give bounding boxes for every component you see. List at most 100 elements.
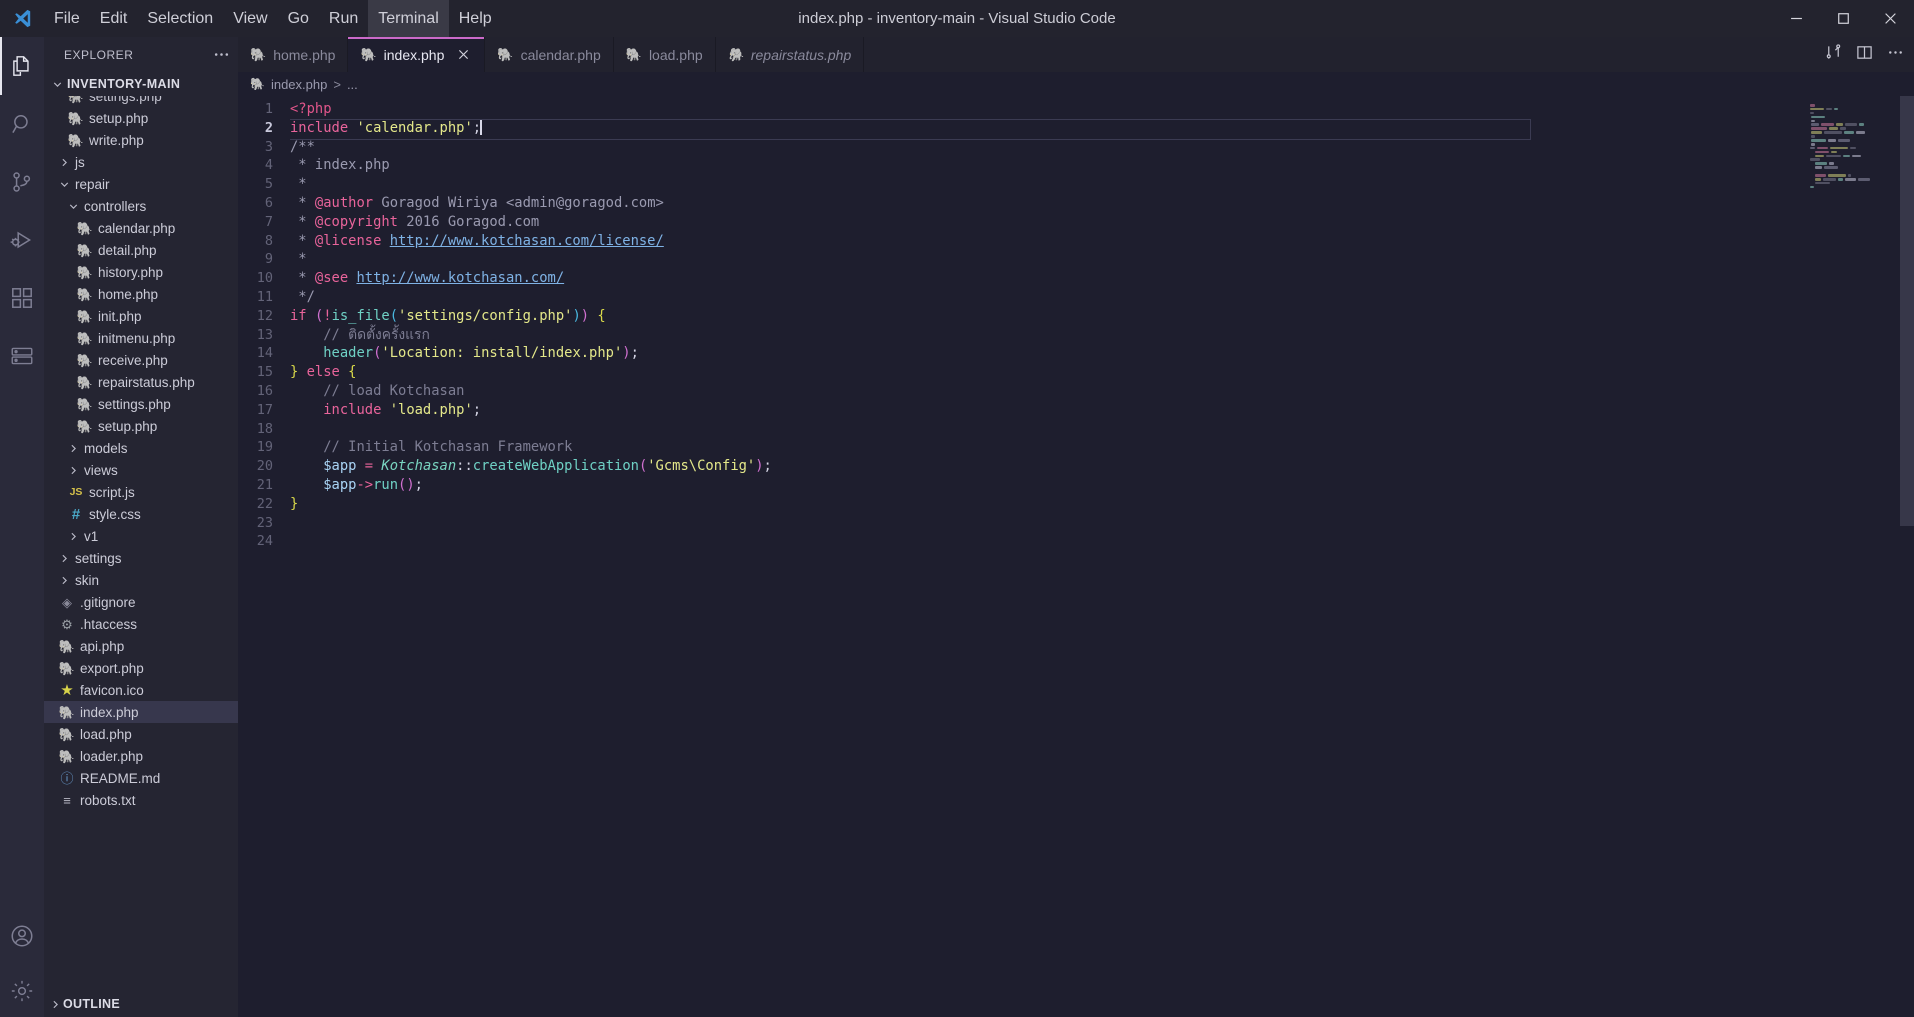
minimap[interactable] — [1802, 96, 1914, 1017]
menu-selection[interactable]: Selection — [137, 0, 223, 37]
tree-file-detail.php[interactable]: 🐘 detail.php — [44, 239, 238, 261]
open-changes-icon[interactable] — [1825, 43, 1842, 66]
chevron-right-icon[interactable] — [66, 530, 81, 543]
tree-file-write.php[interactable]: 🐘 write.php — [44, 129, 238, 151]
more-actions-icon[interactable] — [1887, 44, 1904, 66]
breadcrumb-trailing[interactable]: ... — [347, 77, 358, 92]
code-line[interactable]: * @copyright 2016 Goragod.com — [290, 213, 1914, 232]
tree-file-receive.php[interactable]: 🐘 receive.php — [44, 349, 238, 371]
code-line[interactable]: // Initial Kotchasan Framework — [290, 438, 1914, 457]
tree-folder-settings[interactable]: settings — [44, 547, 238, 569]
tree-folder-skin[interactable]: skin — [44, 569, 238, 591]
code-line[interactable]: * — [290, 250, 1914, 269]
outline-section[interactable]: OUTLINE — [44, 991, 238, 1017]
menu-help[interactable]: Help — [449, 0, 502, 37]
run-debug-icon[interactable] — [0, 211, 44, 269]
menu-bar[interactable]: File Edit Selection View Go Run Terminal… — [44, 0, 502, 37]
tree-file-initmenu.php[interactable]: 🐘 initmenu.php — [44, 327, 238, 349]
code-line[interactable]: header('Location: install/index.php'); — [290, 344, 1914, 363]
code-line[interactable]: <?php — [290, 100, 1914, 119]
tab-repairstatus-php[interactable]: 🐘 repairstatus.php — [715, 37, 865, 72]
tree-file-history.php[interactable]: 🐘 history.php — [44, 261, 238, 283]
tree-file-settings.php[interactable]: 🐘 settings.php — [44, 393, 238, 415]
maximize-button[interactable] — [1820, 0, 1867, 37]
menu-go[interactable]: Go — [278, 0, 319, 37]
chevron-right-icon[interactable] — [57, 574, 72, 587]
split-editor-right-icon[interactable] — [1856, 44, 1873, 66]
vertical-scrollbar[interactable] — [1900, 96, 1914, 1017]
tab-load-php[interactable]: 🐘 load.php — [613, 37, 716, 72]
tree-file-settings.php[interactable]: 🐘 settings.php — [44, 96, 238, 107]
menu-terminal[interactable]: Terminal — [368, 0, 449, 37]
tree-folder-v1[interactable]: v1 — [44, 525, 238, 547]
tab-index-php[interactable]: 🐘 index.php — [348, 37, 486, 72]
chevron-right-icon[interactable] — [66, 464, 81, 477]
code-line[interactable] — [290, 420, 1914, 439]
tree-file-setup.php[interactable]: 🐘 setup.php — [44, 107, 238, 129]
code-line[interactable]: /** — [290, 138, 1914, 157]
scrollbar-thumb[interactable] — [1900, 96, 1914, 526]
code-line[interactable] — [290, 514, 1914, 533]
code-line[interactable]: if (!is_file('settings/config.php')) { — [290, 307, 1914, 326]
chevron-right-icon[interactable] — [57, 552, 72, 565]
settings-gear-icon[interactable] — [0, 965, 44, 1017]
tree-folder-views[interactable]: views — [44, 459, 238, 481]
tree-file-.gitignore[interactable]: ◈ .gitignore — [44, 591, 238, 613]
explorer-icon[interactable] — [0, 37, 44, 95]
menu-view[interactable]: View — [223, 0, 277, 37]
code-line[interactable]: // load Kotchasan — [290, 382, 1914, 401]
close-icon[interactable] — [454, 46, 472, 64]
code-editor[interactable]: 1 2 3 4 5 6 7 8 9 10 11 12 13 14 15 16 17 18 19 20 21 22 23 24 … — [238, 96, 1914, 1017]
remote-explorer-icon[interactable] — [0, 327, 44, 385]
code-line[interactable]: * — [290, 175, 1914, 194]
tree-file-api.php[interactable]: 🐘 api.php — [44, 635, 238, 657]
tree-file-style.css[interactable]: # style.css — [44, 503, 238, 525]
code-line[interactable]: * @author Goragod Wiriya <admin@goragod.… — [290, 194, 1914, 213]
code-line[interactable]: */ — [290, 288, 1914, 307]
code-line[interactable]: } — [290, 495, 1914, 514]
code-line[interactable]: include 'calendar.php'; — [290, 118, 1914, 140]
tree-folder-controllers[interactable]: controllers — [44, 195, 238, 217]
chevron-right-icon[interactable] — [66, 442, 81, 455]
tree-folder-repair[interactable]: repair — [44, 173, 238, 195]
code-content[interactable]: <?php include 'calendar.php';/** * index.… — [290, 96, 1914, 1017]
code-line[interactable]: // ติดตั้งครั้งแรก — [290, 326, 1914, 345]
breadcrumb[interactable]: 🐘 index.php > ... — [238, 72, 1914, 96]
tree-file-index.php[interactable]: 🐘 index.php — [44, 701, 238, 723]
code-line[interactable]: include 'load.php'; — [290, 401, 1914, 420]
accounts-icon[interactable] — [0, 907, 44, 965]
tree-file-.htaccess[interactable]: ⚙ .htaccess — [44, 613, 238, 635]
close-button[interactable] — [1867, 0, 1914, 37]
source-control-icon[interactable] — [0, 153, 44, 211]
minimize-button[interactable] — [1773, 0, 1820, 37]
tree-folder-models[interactable]: models — [44, 437, 238, 459]
tree-file-README.md[interactable]: ⓘ README.md — [44, 767, 238, 789]
code-line[interactable]: $app->run(); — [290, 476, 1914, 495]
code-line[interactable]: $app = Kotchasan::createWebApplication('… — [290, 457, 1914, 476]
tree-file-favicon.ico[interactable]: ★ favicon.ico — [44, 679, 238, 701]
tree-file-load.php[interactable]: 🐘 load.php — [44, 723, 238, 745]
extensions-icon[interactable] — [0, 269, 44, 327]
chevron-down-icon[interactable] — [66, 200, 81, 213]
tab-home-php[interactable]: 🐘 home.php — [238, 37, 349, 72]
ellipsis-icon[interactable] — [213, 46, 230, 63]
window-controls[interactable] — [1773, 0, 1914, 37]
code-line[interactable]: * index.php — [290, 156, 1914, 175]
tree-file-repairstatus.php[interactable]: 🐘 repairstatus.php — [44, 371, 238, 393]
tree-file-robots.txt[interactable]: ≡ robots.txt — [44, 789, 238, 811]
menu-file[interactable]: File — [44, 0, 90, 37]
tree-file-init.php[interactable]: 🐘 init.php — [44, 305, 238, 327]
tree-file-home.php[interactable]: 🐘 home.php — [44, 283, 238, 305]
code-line[interactable]: * @see http://www.kotchasan.com/ — [290, 269, 1914, 288]
tree-root-folder[interactable]: INVENTORY-MAIN — [44, 72, 238, 96]
tree-folder-js[interactable]: js — [44, 151, 238, 173]
tab-calendar-php[interactable]: 🐘 calendar.php — [485, 37, 614, 72]
chevron-down-icon[interactable] — [57, 178, 72, 191]
tree-file-export.php[interactable]: 🐘 export.php — [44, 657, 238, 679]
menu-edit[interactable]: Edit — [90, 0, 138, 37]
breadcrumb-file[interactable]: index.php — [271, 77, 327, 92]
tree-file-loader.php[interactable]: 🐘 loader.php — [44, 745, 238, 767]
chevron-right-icon[interactable] — [57, 156, 72, 169]
search-icon[interactable] — [0, 95, 44, 153]
tree-file-calendar.php[interactable]: 🐘 calendar.php — [44, 217, 238, 239]
